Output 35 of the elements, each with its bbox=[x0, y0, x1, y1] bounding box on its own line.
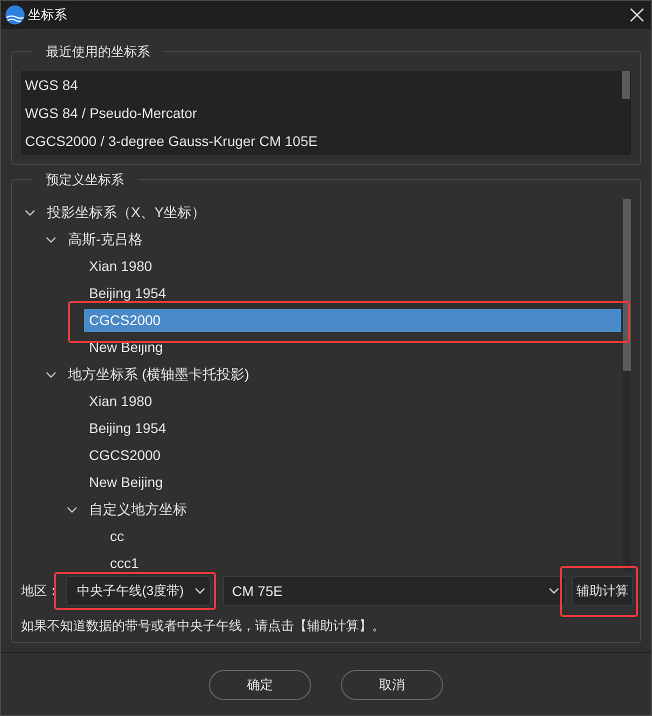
dialog-button[interactable]: 取消 bbox=[341, 670, 443, 700]
zone-dropdown[interactable]: 中央子午线(3度带) bbox=[66, 576, 211, 606]
tree-item[interactable]: cc bbox=[105, 525, 621, 548]
dialog-button[interactable]: 确定 bbox=[209, 670, 311, 700]
scrollbar-thumb[interactable] bbox=[622, 71, 630, 99]
close-icon[interactable] bbox=[630, 8, 644, 22]
tree-item[interactable]: New Beijing bbox=[84, 336, 621, 359]
list-item[interactable]: WGS 84 bbox=[21, 71, 622, 99]
chevron-down-icon bbox=[549, 588, 559, 594]
tree-item[interactable]: CGCS2000 bbox=[84, 309, 621, 332]
chevron-down-icon[interactable] bbox=[46, 372, 56, 378]
tree-item[interactable]: Xian 1980 bbox=[84, 255, 621, 278]
tree-item[interactable]: ccc1 bbox=[105, 552, 621, 572]
tree-item[interactable]: Beijing 1954 bbox=[84, 417, 621, 440]
tree-item[interactable]: 地方坐标系 (横轴墨卡托投影) bbox=[63, 363, 621, 386]
tree-item[interactable]: CGCS2000 bbox=[84, 444, 621, 467]
globe-logo-icon bbox=[5, 5, 25, 25]
tree-item[interactable]: 投影坐标系（X、Y坐标） bbox=[42, 201, 621, 224]
hint-text: 如果不知道数据的带号或者中央子午线，请点击【辅助计算】。 bbox=[21, 617, 386, 635]
tree-item[interactable]: 高斯-克吕格 bbox=[63, 228, 621, 251]
window-title: 坐标系 bbox=[28, 6, 67, 24]
chevron-down-icon[interactable] bbox=[46, 236, 56, 242]
tree-item[interactable]: New Beijing bbox=[84, 471, 621, 494]
helper-calc-button[interactable]: 辅助计算 bbox=[572, 576, 633, 606]
chevron-down-icon bbox=[195, 588, 205, 594]
tree-item[interactable]: Xian 1980 bbox=[84, 390, 621, 413]
list-item[interactable]: CGCS2000 / 3-degree Gauss-Kruger CM 105E bbox=[21, 127, 622, 155]
tree-item[interactable]: Beijing 1954 bbox=[84, 282, 621, 305]
region-label: 地区： bbox=[21, 582, 61, 600]
meridian-dropdown[interactable]: CM 75E bbox=[223, 576, 566, 606]
tree-item[interactable]: 自定义地方坐标 bbox=[84, 498, 621, 521]
chevron-down-icon[interactable] bbox=[25, 210, 35, 216]
scrollbar-thumb[interactable] bbox=[623, 199, 631, 371]
list-item[interactable]: WGS 84 / Pseudo-Mercator bbox=[21, 99, 622, 127]
chevron-down-icon[interactable] bbox=[67, 506, 77, 512]
